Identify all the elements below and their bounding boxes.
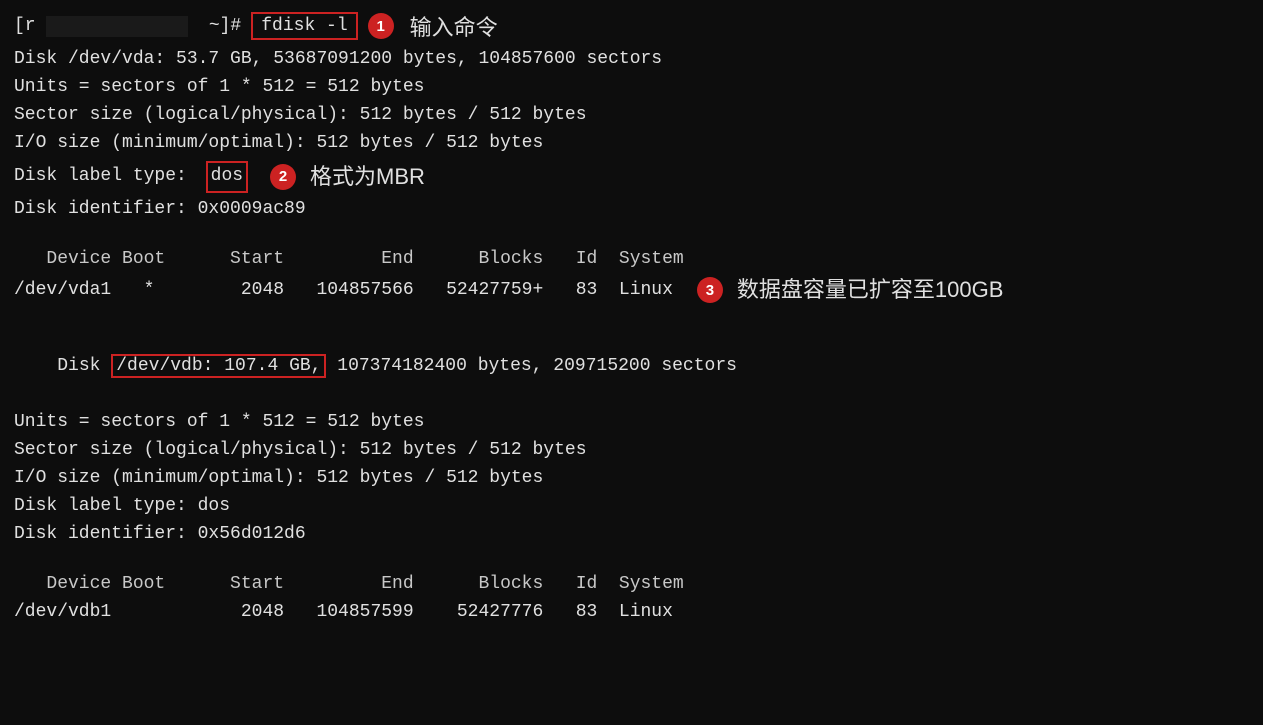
vda-line2: Units = sectors of 1 * 512 = 512 bytes <box>14 74 1249 102</box>
vdb-line5: Disk label type: dos <box>14 493 1249 521</box>
vdb-line2: Units = sectors of 1 * 512 = 512 bytes <box>14 409 1249 437</box>
vdb-line1: Disk /dev/vdb: 107.4 GB, 107374182400 by… <box>14 326 1249 410</box>
vda-line1: Disk /dev/vda: 53.7 GB, 53687091200 byte… <box>14 46 1249 74</box>
vdb-disk-prefix: Disk <box>57 356 111 376</box>
badge-2: 2 <box>270 164 296 190</box>
badge-3: 3 <box>697 277 723 303</box>
fdisk-command: fdisk -l <box>251 12 357 40</box>
vdb-rest: 107374182400 bytes, 209715200 sectors <box>326 356 736 376</box>
prompt-open: [r <box>14 16 36 36</box>
vdb1-row: /dev/vdb1 2048 104857599 52427776 83 Lin… <box>14 599 1249 627</box>
vdb-highlight: /dev/vdb: 107.4 GB, <box>111 354 326 378</box>
vdb-table-header: Device Boot Start End Blocks Id System <box>14 571 1249 599</box>
vda-line3: Sector size (logical/physical): 512 byte… <box>14 102 1249 130</box>
vda-line4: I/O size (minimum/optimal): 512 bytes / … <box>14 130 1249 158</box>
prompt-line: [r ~]# fdisk -l 1 输入命令 <box>14 10 1249 42</box>
vdb-line4: I/O size (minimum/optimal): 512 bytes / … <box>14 465 1249 493</box>
vda1-data-end: 104857566 52427759+ 83 Linux <box>316 277 672 305</box>
vda-table-header: Device Boot Start End Blocks Id System <box>14 246 1249 274</box>
annotation-input-command: 输入命令 <box>410 10 498 42</box>
disk-label-value: dos <box>206 161 248 193</box>
vdb-line3: Sector size (logical/physical): 512 byte… <box>14 437 1249 465</box>
terminal-window: { "header": { "prompt_bracket_open": "[r… <box>0 0 1263 725</box>
annotation-capacity: 数据盘容量已扩容至100GB <box>737 273 1004 307</box>
vdb-identifier: Disk identifier: 0x56d012d6 <box>14 521 1249 549</box>
vda1-row: /dev/vda1 * 2048 104857566 52427759+ 83 … <box>14 273 1249 307</box>
annotation-mbr: 格式为MBR <box>310 160 425 194</box>
vda-identifier: Disk identifier: 0x0009ac89 <box>14 196 1249 224</box>
disk-label-prefix: Disk label type: <box>14 163 198 191</box>
vda-label-type-line: Disk label type: dos 2 格式为MBR <box>14 160 1249 194</box>
prompt-tilde-hash: ~]# <box>198 16 241 36</box>
badge-1: 1 <box>368 13 394 39</box>
user-host-blurred <box>46 16 188 37</box>
vda1-data-pre: /dev/vda1 * 2048 <box>14 277 316 305</box>
